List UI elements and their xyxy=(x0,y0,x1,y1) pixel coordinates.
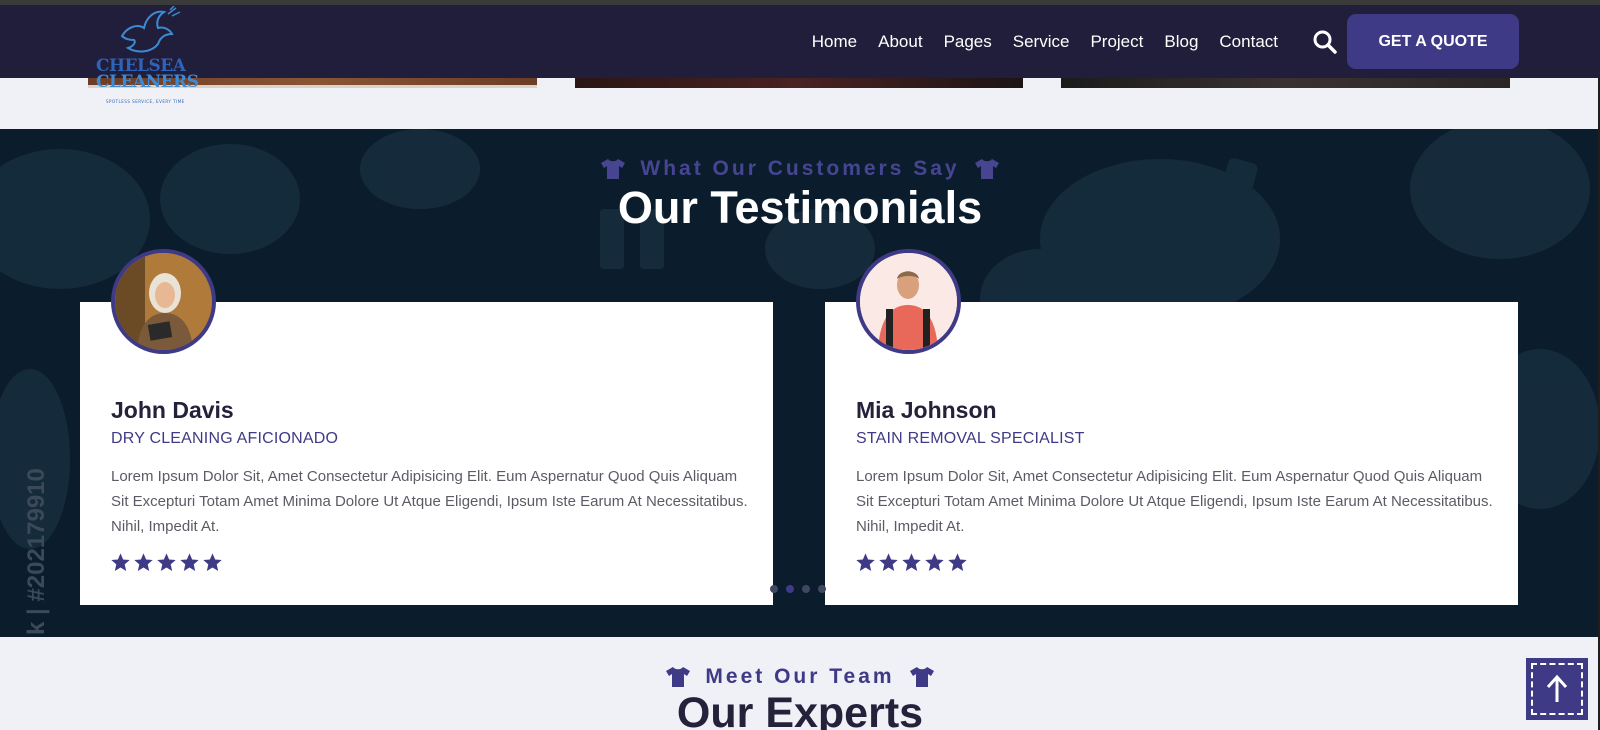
avatar-portrait xyxy=(860,253,957,350)
site-header: Home About Pages Service Project Blog Co… xyxy=(0,5,1600,78)
nav-pages[interactable]: Pages xyxy=(944,32,992,52)
tshirt-icon xyxy=(666,667,691,687)
stock-watermark: k | #202179910 xyxy=(22,445,52,635)
testimonial-name: Mia Johnson xyxy=(856,397,997,423)
testimonial-name: John Davis xyxy=(111,397,234,423)
testimonial-text: Lorem Ipsum Dolor Sit, Amet Consectetur … xyxy=(111,468,748,535)
star-icon xyxy=(856,553,875,571)
nav-about[interactable]: About xyxy=(878,32,922,52)
carousel-dot[interactable] xyxy=(802,585,810,593)
testimonial-role: STAIN REMOVAL SPECIALIST xyxy=(856,430,1085,447)
star-icon xyxy=(879,553,898,571)
star-icon xyxy=(948,553,967,571)
testimonial-text: Lorem Ipsum Dolor Sit, Amet Consectetur … xyxy=(856,468,1493,535)
team-subtitle: Meet Our Team xyxy=(0,665,1600,689)
star-icon xyxy=(157,553,176,571)
carousel-dots xyxy=(770,585,826,593)
testimonials-title: Our Testimonials xyxy=(617,182,983,233)
logo-name-line2: CLEANERS xyxy=(96,72,199,92)
team-subtitle-text: Meet Our Team xyxy=(705,665,895,688)
nav-service[interactable]: Service xyxy=(1013,32,1070,52)
team-title: Our Experts xyxy=(676,689,924,730)
rating-stars xyxy=(855,552,968,573)
star-icon xyxy=(902,553,921,571)
star-icon xyxy=(203,553,222,571)
logo-wordmark: CHELSEA CLEANERS xyxy=(96,58,206,92)
back-to-top-frame xyxy=(1531,663,1583,715)
testimonials-subtitle: What Our Customers Say xyxy=(0,157,1600,181)
avatar xyxy=(856,249,961,354)
carousel-dot-active[interactable] xyxy=(786,585,794,593)
dove-icon xyxy=(120,6,181,53)
avatar-portrait xyxy=(115,253,212,350)
logo-tagline: SPOTLESS SERVICE, EVERY TIME xyxy=(106,99,185,104)
tshirt-icon xyxy=(909,667,934,687)
rating-stars xyxy=(110,552,223,573)
tshirt-icon xyxy=(601,159,626,179)
site-logo[interactable]: CHELSEA CLEANERS SPOTLESS SERVICE, EVERY… xyxy=(96,4,206,104)
main-nav: Home About Pages Service Project Blog Co… xyxy=(812,5,1278,78)
arrow-up-icon xyxy=(1546,674,1568,702)
nav-blog[interactable]: Blog xyxy=(1164,32,1198,52)
star-icon xyxy=(134,553,153,571)
nav-project[interactable]: Project xyxy=(1090,32,1143,52)
watermark-text: k | #202179910 xyxy=(23,468,50,635)
star-icon xyxy=(111,553,130,571)
back-to-top-button[interactable] xyxy=(1526,658,1588,720)
carousel-dot[interactable] xyxy=(770,585,778,593)
nav-home[interactable]: Home xyxy=(812,32,857,52)
testimonials-subtitle-text: What Our Customers Say xyxy=(640,157,960,180)
get-a-quote-button[interactable]: GET A QUOTE xyxy=(1347,14,1519,69)
star-icon xyxy=(925,553,944,571)
avatar xyxy=(111,249,216,354)
search-icon[interactable] xyxy=(1312,29,1338,55)
star-icon xyxy=(180,553,199,571)
carousel-dot[interactable] xyxy=(818,585,826,593)
nav-contact[interactable]: Contact xyxy=(1219,32,1278,52)
testimonial-role: DRY CLEANING AFICIONADO xyxy=(111,430,339,447)
tshirt-icon xyxy=(974,159,999,179)
